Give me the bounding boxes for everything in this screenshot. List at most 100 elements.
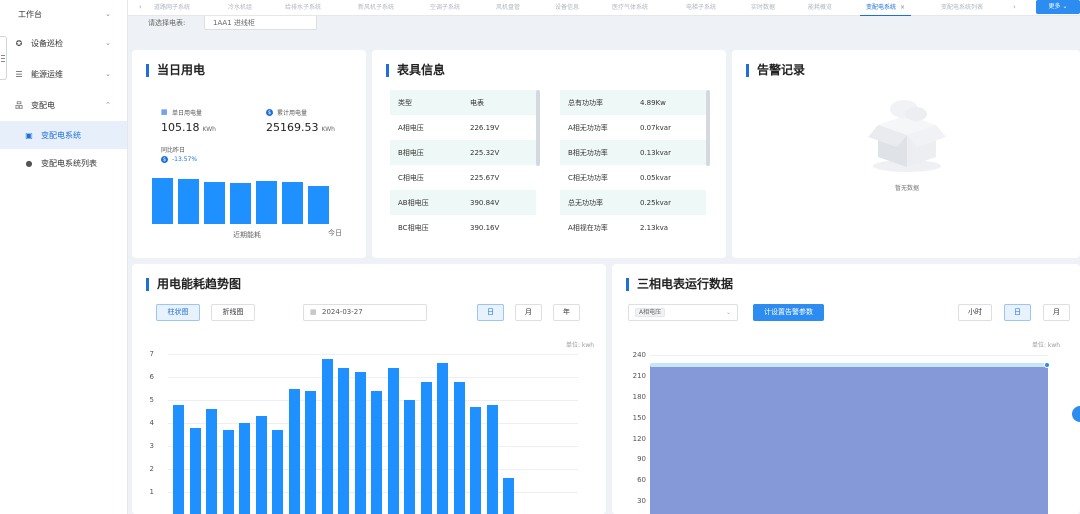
scrollbar[interactable] <box>536 90 540 166</box>
sidebar-item-power-distribution[interactable]: 品 变配电 ⌃ <box>0 91 127 119</box>
network-icon: 品 <box>15 100 23 110</box>
trend-bar[interactable] <box>387 367 399 514</box>
trend-bar[interactable] <box>321 358 333 514</box>
trend-bar[interactable] <box>486 404 498 514</box>
month-button[interactable]: 月 <box>1043 304 1070 321</box>
gridline <box>168 354 578 355</box>
sidebar-item-workbench[interactable]: 工作台 ⌄ <box>0 0 127 28</box>
close-icon[interactable]: × <box>900 4 905 11</box>
chevron-up-icon: ⌃ <box>105 101 111 109</box>
tab-power-system-list[interactable]: 变配电系统列表 <box>941 0 983 16</box>
trend-bar[interactable] <box>239 423 250 514</box>
tab-energy-overview[interactable]: 能耗概览 <box>808 0 832 16</box>
tab-power-system[interactable]: 变配电系统 × <box>860 0 912 16</box>
sidebar-item-energy-ops[interactable]: ☰ 能源运维 ⌄ <box>0 60 127 88</box>
sidebar-subitem-power-system-list[interactable]: ● 变配电系统列表 <box>0 149 127 177</box>
sidebar-item-device-inspection[interactable]: ✪ 设备巡检 ⌄ <box>0 29 127 57</box>
day-button[interactable]: 日 <box>1004 304 1031 321</box>
y-tick-label: 90 <box>637 455 646 464</box>
meter-filter: 请选择电表: 1AA1 进线柜 <box>128 16 1080 32</box>
empty-text: 暂无数据 <box>895 185 920 192</box>
tab-device-info[interactable]: 设备信息 <box>555 0 579 16</box>
phase-chip: A相电压 <box>635 308 666 317</box>
month-button[interactable]: 月 <box>515 304 542 321</box>
series-line <box>650 362 1048 367</box>
chevron-left-icon[interactable]: ‹ <box>139 0 142 15</box>
mini-bar <box>308 186 329 224</box>
meter-table-right: 总有功功率 4.89Kw A相无功功率 0.07kvar B相无功功率 0.13kva… <box>560 90 706 245</box>
trend-bar[interactable] <box>173 404 184 514</box>
card-title: 用电能耗趋势图 <box>146 278 241 291</box>
scrollbar[interactable] <box>706 90 710 166</box>
line-chart-button[interactable]: 折线图 <box>211 304 255 321</box>
trend-bar[interactable] <box>354 372 366 514</box>
card-title: 表具信息 <box>386 64 445 77</box>
tab-chiller[interactable]: 冷水机组 <box>228 0 252 16</box>
tab-realtime-data[interactable]: 实时数据 <box>751 0 775 16</box>
trend-bar[interactable] <box>470 406 481 514</box>
trend-bar[interactable] <box>272 429 283 514</box>
trend-bar[interactable] <box>437 363 448 514</box>
y-tick-label: 240 <box>632 351 646 359</box>
data-point[interactable] <box>1044 361 1050 368</box>
mini-bar <box>204 182 225 224</box>
sidebar-item-label: 变配电系统 <box>41 130 81 140</box>
y-tick-label: 1 <box>149 488 154 496</box>
table-row: A相视在功率 2.13kva <box>568 223 669 232</box>
sidebar-collapse-handle[interactable] <box>0 36 7 80</box>
tab-air-conditioning[interactable]: 空调子系统 <box>430 0 460 16</box>
date-picker[interactable]: ▦ 2024-03-27 <box>303 304 427 321</box>
phase-select[interactable]: A相电压 ⌄ <box>628 304 738 321</box>
tab-road-network[interactable]: 道路网子系统 <box>154 0 190 16</box>
trend-bar[interactable] <box>371 390 382 514</box>
trend-bar[interactable] <box>338 367 349 514</box>
tab-medical-gas[interactable]: 医疗气体系统 <box>612 0 648 16</box>
trend-bar[interactable] <box>206 409 217 514</box>
sidebar-item-label: 工作台 <box>18 9 42 19</box>
grid-icon: ▦ <box>161 108 168 116</box>
sidebar-item-label: 能源运维 <box>31 69 63 79</box>
tab-fresh-air[interactable]: 新风机子系统 <box>358 0 394 16</box>
tab-fan-coil[interactable]: 风机盘管 <box>496 0 520 16</box>
daily-consumption-card: 当日用电 ▦ 单日用电量 105.18 KWh $ 累计用电量 25169.53 KWh… <box>132 50 366 258</box>
trend-bar[interactable] <box>222 429 234 514</box>
empty-box-icon <box>868 100 946 172</box>
dollar-icon: $ <box>161 156 168 163</box>
hour-button[interactable]: 小时 <box>958 304 992 321</box>
trend-bar[interactable] <box>404 400 415 514</box>
total-value: 25169.53 KWh <box>266 121 335 134</box>
y-tick-label: 5 <box>149 396 154 404</box>
area-series <box>650 364 1048 514</box>
trend-bar[interactable] <box>453 381 465 514</box>
alarm-config-button[interactable]: 计设置告警参数 <box>753 304 824 321</box>
chevron-right-icon[interactable]: › <box>1013 0 1016 15</box>
meter-select[interactable]: 1AA1 进线柜 <box>204 16 317 30</box>
trend-bar[interactable] <box>288 388 300 514</box>
sidebar-subitem-power-system[interactable]: ▣ 变配电系统 <box>0 121 127 149</box>
circle-icon: ● <box>25 158 33 168</box>
yoy-label: 同比昨日 <box>161 147 186 154</box>
tab-label: 变配电系统 <box>866 4 897 11</box>
single-day-label: ▦ 单日用电量 <box>161 108 203 118</box>
y-tick-label: 60 <box>637 476 646 485</box>
more-label: 更多 <box>1048 3 1061 10</box>
calendar-icon: ▦ <box>310 308 317 316</box>
three-phase-card: 三相电表运行数据 A相电压 ⌄ 计设置告警参数 小时 日 月 单位: kwh 30… <box>612 264 1080 514</box>
table-row: BC相电压 390.16V <box>398 223 500 232</box>
unit-label: 单位: kwh <box>566 342 595 349</box>
trend-bar[interactable] <box>305 390 316 514</box>
year-button[interactable]: 年 <box>553 304 580 321</box>
tab-water-supply[interactable]: 给排水子系统 <box>285 0 321 16</box>
trend-bar[interactable] <box>255 416 267 514</box>
trend-bar[interactable] <box>503 478 514 514</box>
tab-elevator[interactable]: 电梯子系统 <box>686 0 716 16</box>
table-row: AB相电压 390.84V <box>390 190 536 215</box>
trend-bar[interactable] <box>189 427 201 514</box>
y-tick-label: 180 <box>632 392 646 401</box>
more-button[interactable]: 更多 ⌄ <box>1036 0 1080 14</box>
table-row: A相电压 226.19V <box>398 123 500 132</box>
sidebar-item-label: 变配电系统列表 <box>41 158 97 168</box>
trend-bar[interactable] <box>420 381 432 514</box>
day-button[interactable]: 日 <box>477 304 504 321</box>
bar-chart-button[interactable]: 柱状图 <box>156 304 200 321</box>
